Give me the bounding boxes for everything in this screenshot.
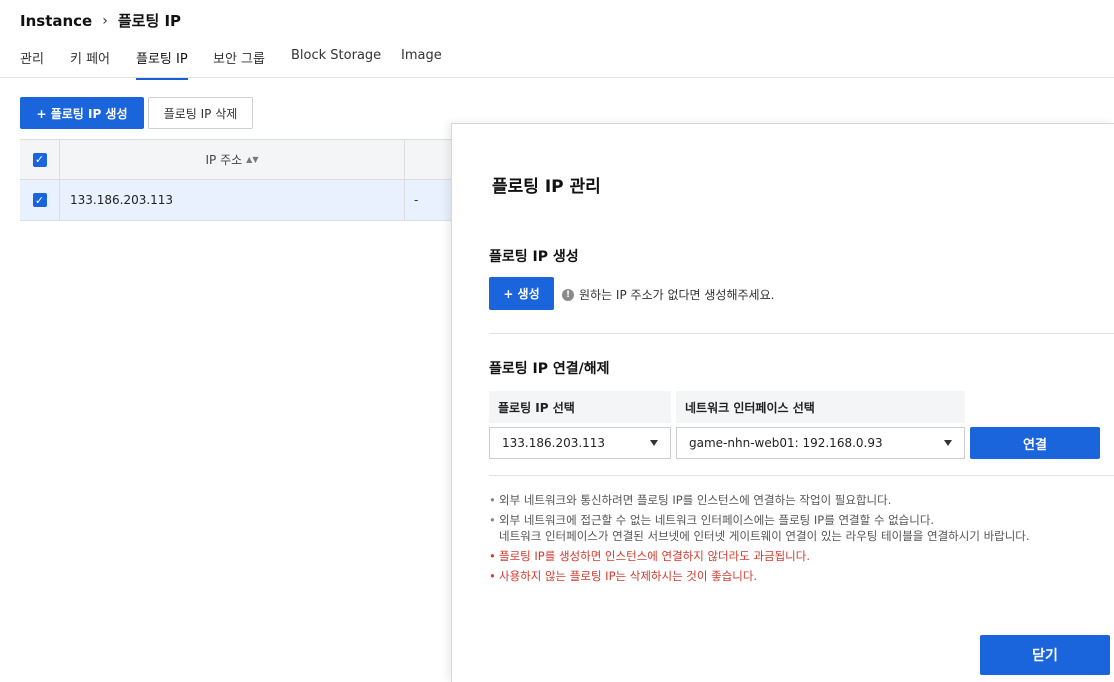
tab-image[interactable]: Image — [401, 48, 442, 74]
caret-down-icon — [650, 440, 658, 446]
row-extra-cell: - — [414, 193, 419, 207]
connect-button[interactable]: 연결 — [970, 427, 1100, 459]
network-interface-select-value: game-nhn-web01: 192.168.0.93 — [689, 436, 883, 450]
select-all-cell: ✓ — [20, 140, 60, 179]
ip-column-label: IP 주소 — [205, 153, 243, 167]
note-item: 외부 네트워크와 통신하려면 플로팅 IP를 인스턴스에 연결하는 작업이 필요… — [489, 492, 1109, 508]
close-button[interactable]: 닫기 — [980, 635, 1110, 675]
note-text-line2: 네트워크 인터페이스가 연결된 서브넷에 인터넷 게이트웨이 연결이 있는 라우… — [499, 529, 1030, 543]
row-check-cell: ✓ — [20, 180, 60, 220]
divider — [489, 333, 1114, 334]
table-header: ✓ IP 주소 ▲▼ — [20, 139, 460, 180]
divider — [489, 475, 1114, 476]
note-text: 외부 네트워크에 접근할 수 없는 네트워크 인터페이스에는 플로팅 IP를 연… — [499, 513, 935, 527]
warning-note-item: 사용하지 않는 플로팅 IP는 삭제하시는 것이 좋습니다. — [489, 568, 1109, 584]
tab-key-pair[interactable]: 키 페어 — [70, 48, 110, 78]
note-text: 사용하지 않는 플로팅 IP는 삭제하시는 것이 좋습니다. — [499, 569, 758, 583]
info-icon: ! — [562, 288, 574, 301]
connect-section-title: 플로팅 IP 연결/해제 — [489, 361, 610, 377]
tab-security-group[interactable]: 보안 그룹 — [213, 48, 265, 78]
create-hint: ! 원하는 IP 주소가 없다면 생성해주세요. — [562, 286, 774, 303]
breadcrumb-root[interactable]: Instance — [20, 12, 92, 30]
tab-bar: 관리 키 페어 플로팅 IP 보안 그룹 Block Storage Image — [0, 40, 1114, 80]
network-interface-select[interactable]: game-nhn-web01: 192.168.0.93 — [676, 427, 965, 459]
floating-ip-select-value: 133.186.203.113 — [502, 436, 606, 450]
panel-title: 플로팅 IP 관리 — [492, 177, 601, 197]
ip-cell: 133.186.203.113 — [60, 180, 405, 220]
warning-note-item: 플로팅 IP를 생성하면 인스턴스에 연결하지 않더라도 과금됩니다. — [489, 548, 1109, 564]
create-floating-ip-button[interactable]: + 플로팅 IP 생성 — [20, 97, 144, 129]
chevron-right-icon: › — [102, 12, 108, 29]
tab-manage[interactable]: 관리 — [20, 48, 44, 78]
floating-ip-table: ✓ IP 주소 ▲▼ ✓ 133.186.203.113 - — [20, 139, 460, 221]
nic-select-header: 네트워크 인터페이스 선택 — [676, 391, 965, 423]
select-all-checkbox[interactable]: ✓ — [32, 152, 47, 167]
note-text: 외부 네트워크와 통신하려면 플로팅 IP를 인스턴스에 연결하는 작업이 필요… — [499, 493, 892, 507]
note-text: 플로팅 IP를 생성하면 인스턴스에 연결하지 않더라도 과금됩니다. — [499, 549, 810, 563]
floating-ip-select[interactable]: 133.186.203.113 — [489, 427, 671, 459]
floating-ip-manage-panel: 플로팅 IP 관리 플로팅 IP 생성 + 생성 ! 원하는 IP 주소가 없다… — [451, 123, 1114, 682]
notes-list: 외부 네트워크와 통신하려면 플로팅 IP를 인스턴스에 연결하는 작업이 필요… — [489, 492, 1109, 588]
table-row[interactable]: ✓ 133.186.203.113 - — [20, 180, 460, 221]
tab-block-storage[interactable]: Block Storage — [291, 48, 381, 74]
delete-floating-ip-button[interactable]: 플로팅 IP 삭제 — [148, 97, 253, 129]
create-section-title: 플로팅 IP 생성 — [489, 249, 579, 265]
ip-column-header[interactable]: IP 주소 ▲▼ — [60, 140, 405, 179]
row-checkbox[interactable]: ✓ — [32, 193, 47, 207]
note-item: 외부 네트워크에 접근할 수 없는 네트워크 인터페이스에는 플로팅 IP를 연… — [489, 512, 1109, 544]
create-hint-text: 원하는 IP 주소가 없다면 생성해주세요. — [579, 288, 775, 302]
breadcrumb: Instance › 플로팅 IP — [20, 10, 181, 31]
caret-down-icon — [944, 440, 952, 446]
sort-icon[interactable]: ▲▼ — [246, 155, 258, 164]
create-button[interactable]: + 생성 — [489, 277, 554, 310]
breadcrumb-current: 플로팅 IP — [117, 12, 182, 30]
tab-floating-ip[interactable]: 플로팅 IP — [136, 48, 188, 80]
ip-select-header: 플로팅 IP 선택 — [489, 391, 671, 423]
